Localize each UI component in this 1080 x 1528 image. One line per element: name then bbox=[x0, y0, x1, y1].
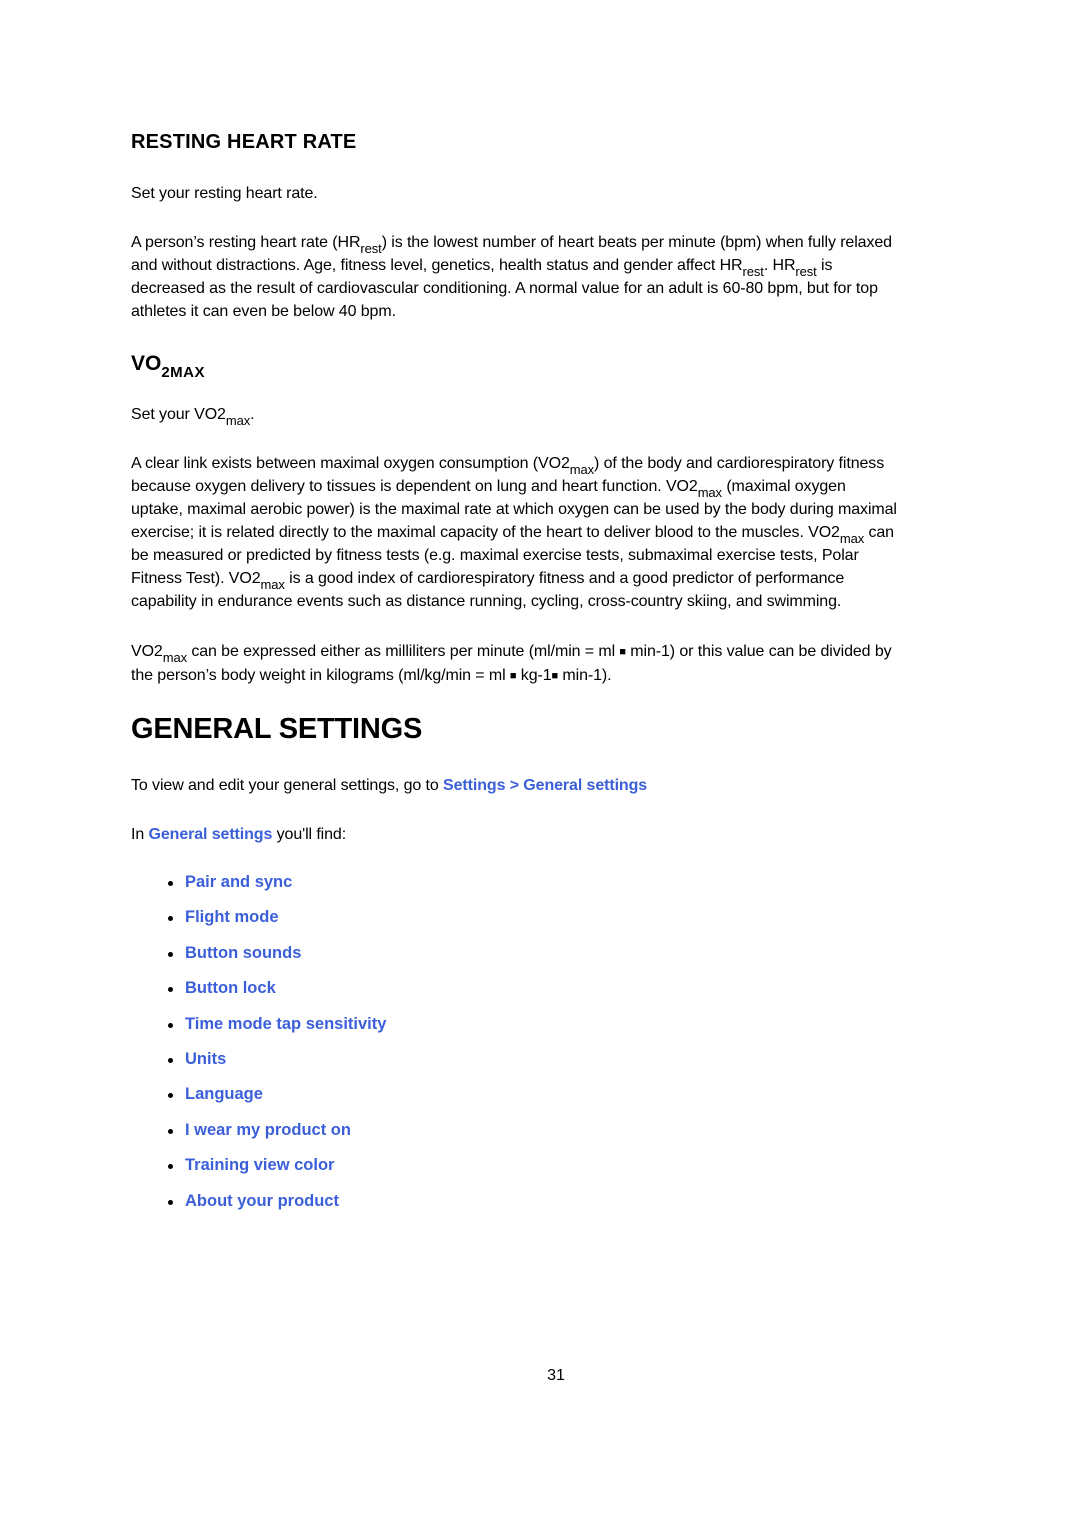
resting-heart-rate-intro: Set your resting heart rate. bbox=[131, 185, 318, 202]
subscript: rest bbox=[795, 264, 817, 279]
subscript: rest bbox=[742, 264, 764, 279]
text-span: the person’s body weight in kilograms (m… bbox=[131, 667, 510, 684]
text-span: Set your VO2 bbox=[131, 406, 226, 423]
page-number: 31 bbox=[547, 1367, 565, 1384]
language-link[interactable]: Language bbox=[185, 1085, 263, 1103]
i-wear-my-product-on-link[interactable]: I wear my product on bbox=[185, 1121, 351, 1139]
bullet-icon bbox=[168, 1164, 173, 1170]
text-span: uptake, maximal aerobic power) is the ma… bbox=[131, 501, 897, 518]
about-your-product-link[interactable]: About your product bbox=[185, 1192, 339, 1210]
flight-mode-link[interactable]: Flight mode bbox=[185, 908, 279, 926]
bullet-icon bbox=[168, 881, 173, 886]
text-span: ) is the lowest number of heart beats pe… bbox=[381, 234, 892, 251]
list-item: Language bbox=[131, 1082, 386, 1117]
text-span: In bbox=[131, 826, 149, 843]
text-span: ) of the body and cardiorespiratory fitn… bbox=[594, 455, 885, 472]
text-span: kg-1 bbox=[516, 667, 552, 684]
text-span: and without distractions. Age, fitness l… bbox=[131, 257, 743, 274]
text-span: is a good index of cardiorespiratory fit… bbox=[284, 570, 845, 587]
text-span: athletes it can even be below 40 bpm. bbox=[131, 303, 396, 320]
pair-and-sync-link[interactable]: Pair and sync bbox=[185, 873, 292, 891]
subscript: max bbox=[839, 531, 865, 546]
text-span: . HR bbox=[763, 257, 796, 274]
general-settings-link[interactable]: General settings bbox=[149, 826, 273, 843]
text-span: capability in endurance events such as d… bbox=[131, 593, 842, 610]
training-view-color-link[interactable]: Training view color bbox=[185, 1156, 334, 1174]
text-span: is bbox=[816, 257, 833, 274]
list-item: Time mode tap sensitivity bbox=[131, 1012, 386, 1047]
subscript: rest bbox=[360, 241, 382, 256]
subscript: max bbox=[162, 650, 187, 665]
text-span: decreased as the result of cardiovascula… bbox=[131, 280, 878, 297]
text-span: can be expressed either as milliliters p… bbox=[186, 643, 620, 660]
text-span: (maximal oxygen bbox=[721, 478, 846, 495]
subscript: max bbox=[225, 413, 251, 428]
list-item: Button lock bbox=[131, 976, 386, 1011]
text-span: min-1) or this value can be divided by bbox=[625, 643, 892, 660]
general-settings-list: Pair and sync Flight mode Button sounds … bbox=[131, 870, 386, 1224]
general-settings-nav-text: To view and edit your general settings, … bbox=[131, 774, 981, 797]
bullet-icon bbox=[168, 1057, 173, 1063]
text-span: you'll find: bbox=[272, 826, 347, 843]
text-span: can bbox=[864, 524, 894, 541]
button-sounds-link[interactable]: Button sounds bbox=[185, 944, 301, 962]
vo2max-intro: Set your VO2max. bbox=[131, 403, 981, 428]
bullet-icon bbox=[168, 1093, 173, 1099]
text-span: exercise; it is related directly to the … bbox=[131, 524, 840, 541]
bullet-icon bbox=[168, 1022, 173, 1028]
list-item: I wear my product on bbox=[131, 1118, 386, 1153]
heading-main: VO bbox=[131, 352, 162, 375]
text-span: A clear link exists between maximal oxyg… bbox=[131, 455, 570, 472]
resting-heart-rate-heading: RESTING HEART RATE bbox=[131, 131, 357, 153]
bullet-icon bbox=[168, 1199, 173, 1205]
bullet-icon bbox=[168, 916, 173, 922]
settings-general-settings-link[interactable]: Settings > General settings bbox=[443, 777, 647, 794]
list-item: Units bbox=[131, 1047, 386, 1082]
text-span: A person’s resting heart rate (HR bbox=[131, 234, 361, 251]
text-span: Fitness Test). VO2 bbox=[131, 570, 261, 587]
subscript: max bbox=[260, 577, 285, 592]
list-item: Flight mode bbox=[131, 905, 386, 940]
text-span: . bbox=[250, 406, 255, 423]
list-item: Button sounds bbox=[131, 941, 386, 976]
list-item: About your product bbox=[131, 1189, 386, 1224]
bullet-icon bbox=[168, 951, 173, 957]
text-span: To view and edit your general settings, … bbox=[131, 777, 444, 794]
button-lock-link[interactable]: Button lock bbox=[185, 979, 276, 997]
text-span: min-1). bbox=[558, 667, 612, 684]
vo2max-paragraph-1: A clear link exists between maximal oxyg… bbox=[131, 452, 981, 613]
vo2max-heading: VO2MAX bbox=[131, 352, 205, 381]
time-mode-tap-sensitivity-link[interactable]: Time mode tap sensitivity bbox=[185, 1015, 386, 1033]
subscript: max bbox=[569, 462, 595, 477]
text-span: be measured or predicted by fitness test… bbox=[131, 547, 859, 564]
units-link[interactable]: Units bbox=[185, 1050, 226, 1068]
general-settings-heading: GENERAL SETTINGS bbox=[131, 713, 423, 745]
general-settings-find-text: In General settings you'll find: bbox=[131, 823, 981, 846]
list-item: Training view color bbox=[131, 1153, 386, 1188]
subscript: max bbox=[697, 485, 722, 500]
bullet-icon bbox=[168, 987, 173, 993]
list-item: Pair and sync bbox=[131, 870, 386, 905]
vo2max-paragraph-2: VO2max can be expressed either as millil… bbox=[131, 640, 981, 688]
resting-heart-rate-paragraph: A person’s resting heart rate (HRrest) i… bbox=[131, 231, 981, 323]
bullet-icon bbox=[168, 1128, 173, 1134]
heading-subscript: 2MAX bbox=[161, 364, 206, 381]
text-span: VO2 bbox=[131, 643, 163, 660]
text-span: because oxygen delivery to tissues is de… bbox=[131, 478, 698, 495]
